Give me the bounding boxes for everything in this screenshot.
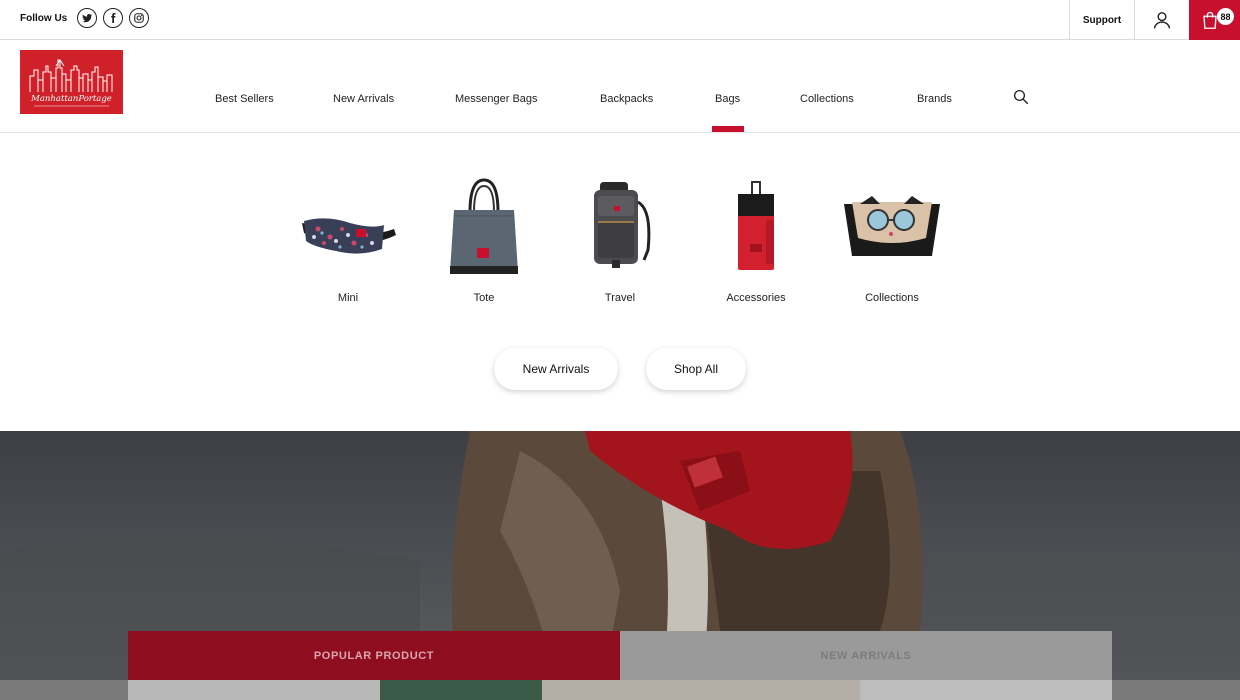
nav-brands[interactable]: Brands [917,93,952,105]
product-row-preview [0,680,1240,700]
tab-new-arrivals[interactable]: NEW ARRIVALS [620,631,1112,680]
category-label: Tote [473,292,495,304]
nav-best-sellers[interactable]: Best Sellers [215,93,274,105]
tote-bag-image [429,173,539,283]
follow-us-label: Follow Us [20,13,68,24]
category-accessories[interactable]: Accessories [701,173,811,304]
nav-active-indicator [712,126,744,132]
shop-all-button[interactable]: Shop All [646,348,746,390]
category-label: Mini [337,292,359,304]
logo-wordmark: ManhattanPortage [30,94,112,104]
search-button[interactable] [1012,88,1030,106]
travel-backpack-image [565,173,675,283]
nav-bags[interactable]: Bags [715,93,740,105]
nav-new-arrivals[interactable]: New Arrivals [333,93,394,105]
tab-popular-product[interactable]: POPULAR PRODUCT [128,631,620,680]
cart-button[interactable]: 88 [1189,0,1240,40]
nav-backpacks[interactable]: Backpacks [600,93,653,105]
category-label: Collections [865,292,919,304]
brand-logo[interactable]: ManhattanPortage [20,50,123,114]
cart-count-badge: 88 [1217,8,1234,25]
product-tabs: POPULAR PRODUCT NEW ARRIVALS [128,631,1112,680]
category-label: Travel [604,292,636,304]
collections-messenger-image [837,173,947,283]
nav-collections[interactable]: Collections [800,93,854,105]
support-link[interactable]: Support [1069,0,1135,40]
nav-messenger-bags[interactable]: Messenger Bags [455,93,538,105]
category-label: Accessories [726,292,786,304]
search-icon [1013,89,1029,105]
category-mini[interactable]: Mini [293,173,403,304]
accessories-pouch-image [701,173,811,283]
category-tote[interactable]: Tote [429,173,539,304]
category-travel[interactable]: Travel [565,173,675,304]
account-button[interactable] [1135,0,1189,40]
twitter-icon[interactable] [77,8,97,28]
bags-mega-menu: Mini Tote Travel Accessories Collections… [0,133,1240,431]
shopping-bag-icon [1202,11,1217,29]
new-arrivals-button[interactable]: New Arrivals [494,348,618,390]
user-icon [1153,12,1171,29]
instagram-icon[interactable] [129,8,149,28]
category-collections[interactable]: Collections [837,173,947,304]
mini-bag-image [293,173,403,283]
top-utility-bar: Follow Us Support 88 [0,0,1240,40]
skyline-graphic: ManhattanPortage [29,59,113,107]
facebook-icon[interactable] [103,8,123,28]
main-header: ManhattanPortage Best Sellers New Arriva… [0,40,1240,133]
